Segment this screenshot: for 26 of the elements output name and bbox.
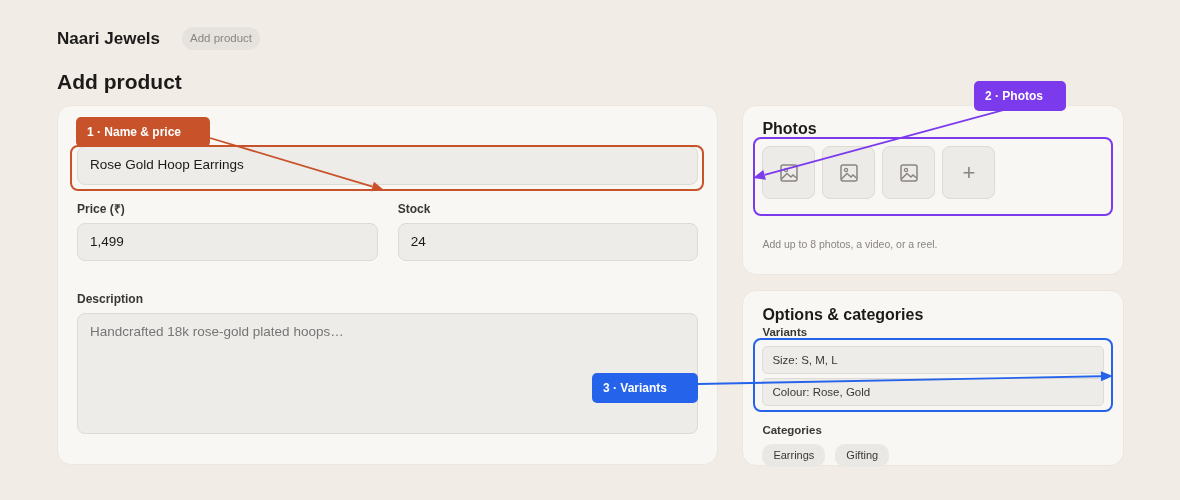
photo-slot[interactable] [882, 146, 936, 200]
stock-field[interactable]: 24 [397, 222, 699, 262]
page-title: Add product [57, 68, 182, 94]
price-field[interactable]: 1,499 [77, 222, 378, 262]
hint-text: Add up to 8 photos, a video, or a reel. [762, 237, 939, 253]
field-label: Variants [762, 326, 809, 339]
image-icon [839, 163, 858, 182]
image-icon [899, 163, 918, 182]
photo-slot[interactable] [762, 146, 816, 200]
variant-field[interactable]: Size: S, M, L [762, 345, 1104, 374]
field-label: Categories [762, 423, 823, 439]
brand-name: Naari Jewels [57, 28, 160, 50]
field-label: Description [77, 291, 144, 309]
callout-badge: 3 · Variants [592, 373, 698, 403]
callout-badge: 1 · Name & price [76, 117, 210, 147]
category-chip[interactable]: Gifting [835, 444, 890, 467]
image-icon [779, 163, 798, 182]
field-label: Stock [397, 200, 432, 218]
card-title: Options & categories [762, 305, 925, 324]
variant-field[interactable]: Colour: Rose, Gold [762, 378, 1104, 407]
card-title: Photos [762, 119, 817, 138]
callout-badge: 2 · Photos [974, 81, 1066, 111]
name-field[interactable]: Rose Gold Hoop Earrings [77, 145, 699, 185]
photo-slot[interactable] [822, 146, 876, 200]
field-label: Price (₹) [77, 200, 126, 218]
category-chip[interactable]: Earrings [762, 444, 826, 467]
